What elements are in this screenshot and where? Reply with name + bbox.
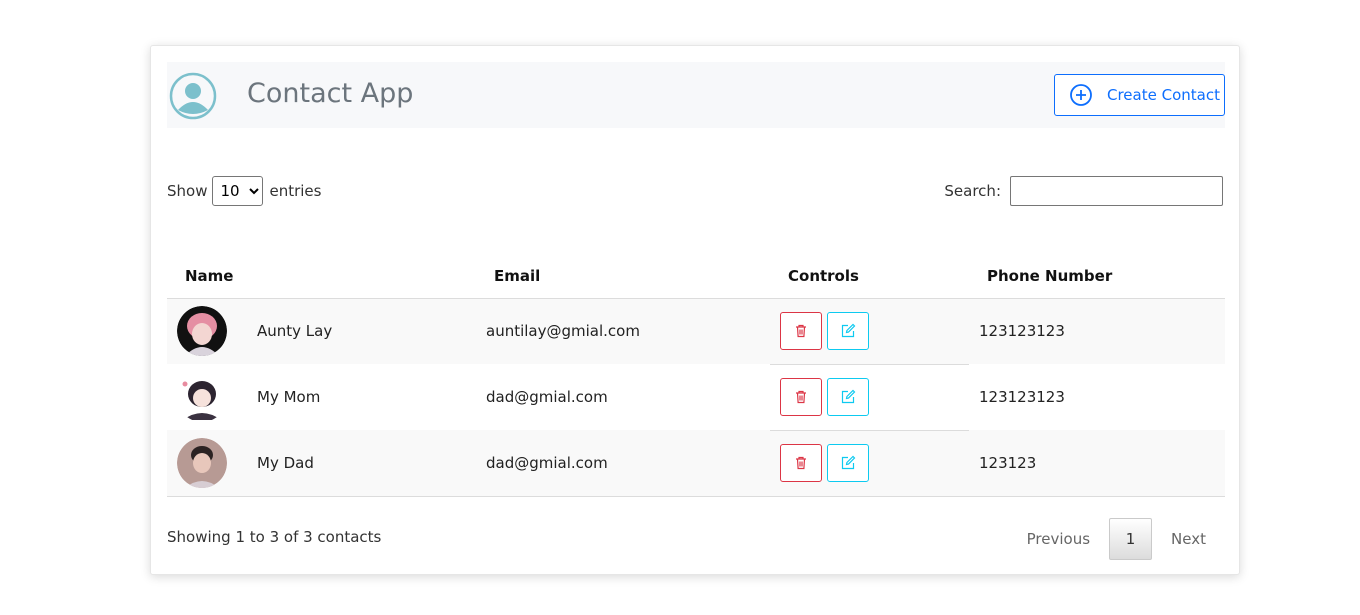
entries-length-control: Show 10 entries: [167, 176, 321, 206]
contacts-table: Name Email Controls Phone Number Aunty L…: [167, 254, 1225, 497]
table-info: Showing 1 to 3 of 3 contacts: [167, 528, 382, 546]
table-row: My Mom dad@gmial.com 123123123: [167, 363, 1225, 431]
contact-name: My Mom: [257, 388, 321, 406]
edit-icon: [841, 455, 856, 470]
name-cell: My Dad: [167, 430, 476, 497]
name-cell: Aunty Lay: [167, 298, 476, 364]
trash-icon: [796, 390, 806, 404]
edit-icon: [841, 389, 856, 404]
table-row: My Dad dad@gmial.com 123123: [167, 430, 1225, 497]
phone-cell: 123123: [969, 430, 1225, 497]
edit-button[interactable]: [827, 312, 869, 350]
contact-name: My Dad: [257, 453, 314, 472]
search-control: Search:: [944, 176, 1223, 206]
email-cell: dad@gmial.com: [486, 388, 608, 406]
user-avatar-icon: [169, 72, 217, 120]
delete-button[interactable]: [780, 444, 822, 482]
create-contact-label: Create Contact: [1107, 86, 1220, 104]
search-label: Search:: [944, 182, 1001, 200]
previous-page-button[interactable]: Previous: [1010, 518, 1107, 560]
app-header: Contact App Create Contact: [167, 62, 1225, 128]
entries-label: entries: [269, 182, 322, 200]
contact-card: Contact App Create Contact Show 10 entri…: [150, 45, 1240, 575]
controls-cell: [770, 298, 969, 364]
name-cell: My Mom: [167, 364, 476, 430]
trash-icon: [796, 456, 806, 470]
controls-cell: [770, 363, 969, 431]
search-input[interactable]: [1010, 176, 1223, 206]
contact-avatar: [177, 437, 227, 488]
table-row: Aunty Lay auntilay@gmial.com 123123123: [167, 298, 1225, 364]
phone-cell: 123123123: [979, 388, 1065, 406]
delete-button[interactable]: [780, 312, 822, 350]
column-header-controls[interactable]: Controls: [770, 254, 969, 299]
edit-button[interactable]: [827, 444, 869, 482]
table-header-row: Name Email Controls Phone Number: [167, 254, 1225, 299]
create-contact-button[interactable]: Create Contact: [1054, 74, 1225, 116]
delete-button[interactable]: [780, 378, 822, 416]
edit-icon: [841, 323, 856, 338]
contact-avatar: [177, 372, 227, 422]
column-header-phone[interactable]: Phone Number: [969, 254, 1225, 299]
page-1-button[interactable]: 1: [1109, 518, 1153, 560]
column-header-name[interactable]: Name: [167, 254, 476, 299]
pagination: Previous 1 Next: [1010, 518, 1223, 560]
email-cell: auntilay@gmial.com: [486, 322, 640, 341]
controls-cell: [770, 430, 969, 497]
phone-cell: 123123123: [979, 322, 1065, 341]
entries-select[interactable]: 10: [212, 176, 264, 206]
next-page-button[interactable]: Next: [1154, 518, 1223, 560]
trash-icon: [796, 324, 806, 338]
email-cell: dad@gmial.com: [476, 430, 770, 497]
edit-button[interactable]: [827, 378, 869, 416]
app-title: Contact App: [247, 78, 414, 109]
column-header-email[interactable]: Email: [476, 254, 770, 299]
contact-name: Aunty Lay: [257, 322, 333, 341]
contact-avatar: [177, 306, 227, 357]
plus-circle-icon: [1070, 84, 1092, 106]
show-label: Show: [167, 182, 208, 200]
